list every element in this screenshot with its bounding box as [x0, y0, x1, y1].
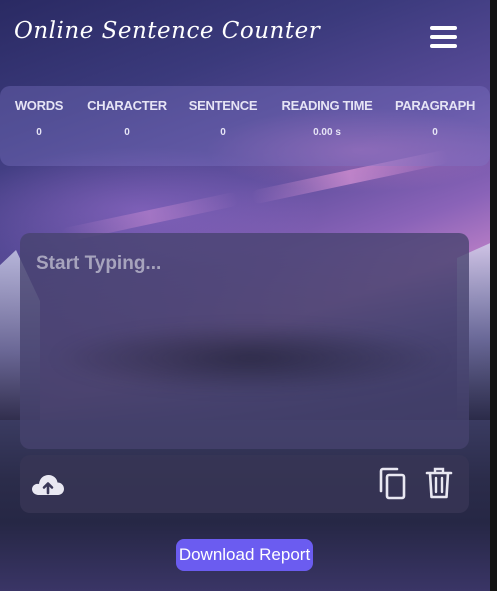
stat-label: READING TIME [281, 98, 373, 113]
window-edge [490, 0, 497, 591]
stat-value: 0 [36, 127, 42, 138]
hamburger-menu-icon[interactable] [430, 26, 458, 48]
editor-toolbar [20, 455, 469, 513]
stat-label: WORDS [14, 98, 64, 113]
stat-label: CHARACTER [87, 98, 167, 113]
stat-value: 0.00 s [313, 127, 341, 138]
stat-label: SENTENCE [188, 98, 258, 113]
app-title: Online Sentence Counter [14, 18, 321, 44]
download-report-button[interactable]: Download Report [176, 539, 313, 571]
stat-value: 0 [124, 127, 130, 138]
stat-words: WORDS 0 [0, 98, 84, 138]
copy-icon[interactable] [378, 467, 408, 505]
text-input[interactable] [20, 233, 469, 449]
trash-icon[interactable] [424, 466, 454, 504]
stats-panel: WORDS 0 CHARACTER 0 SENTENCE 0 READING T… [0, 86, 490, 166]
stat-value: 0 [220, 127, 226, 138]
cloud-upload-icon[interactable] [30, 471, 66, 503]
stat-paragraph: PARAGRAPH 0 [390, 98, 480, 138]
stat-sentence: SENTENCE 0 [178, 98, 268, 138]
stat-reading-time: READING TIME 0.00 s [272, 98, 382, 138]
editor-panel [20, 233, 469, 449]
stat-label: PARAGRAPH [394, 98, 476, 113]
stat-character: CHARACTER 0 [82, 98, 172, 138]
stat-value: 0 [432, 127, 438, 138]
